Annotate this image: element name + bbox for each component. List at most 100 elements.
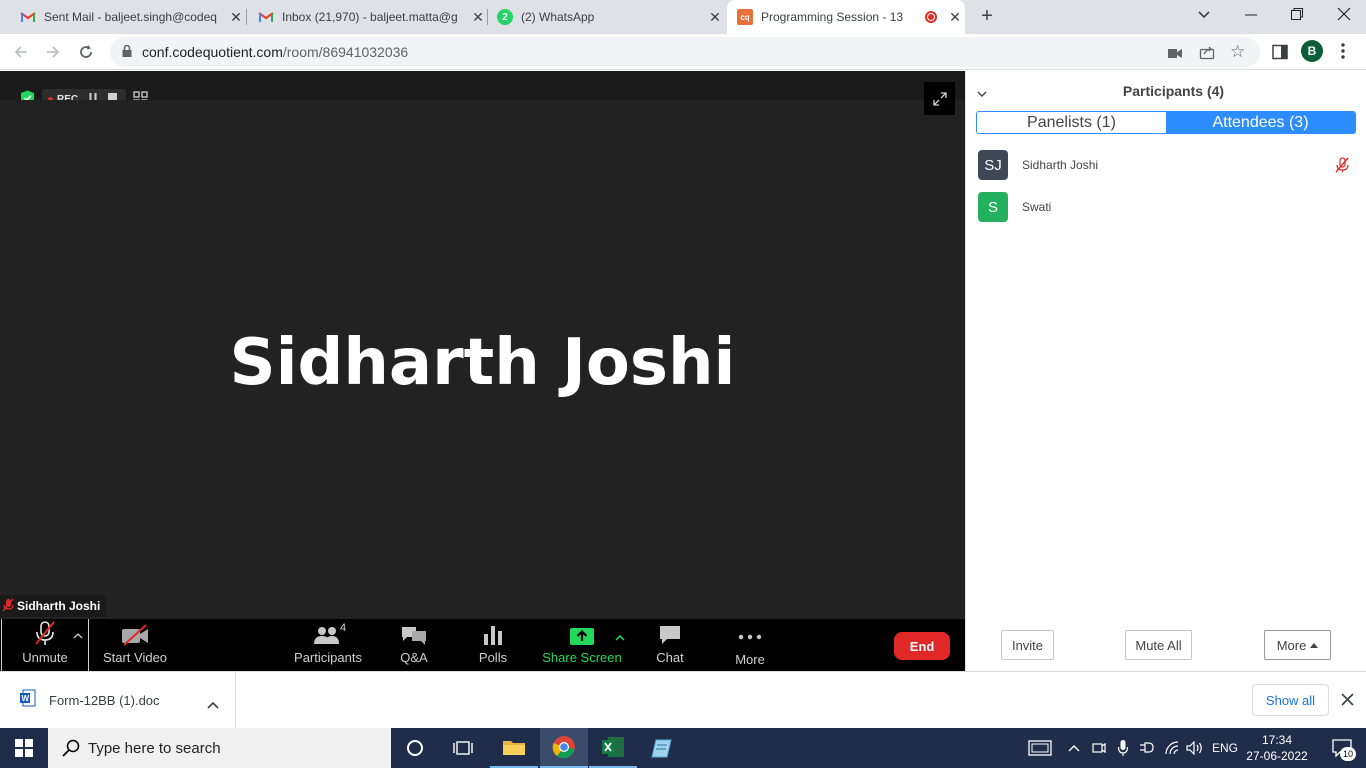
video-off-icon	[122, 624, 148, 646]
share-screen-icon	[570, 628, 594, 645]
taskbar-search-box[interactable]: Type here to search	[48, 728, 391, 768]
close-download-bar-icon[interactable]	[1341, 693, 1354, 711]
tab-title: Sent Mail - baljeet.singh@codeq	[44, 10, 217, 24]
qa-button[interactable]: Q&A	[388, 619, 440, 671]
tab-panelists[interactable]: Panelists (1)	[977, 112, 1166, 133]
start-video-label: Start Video	[102, 650, 168, 665]
share-icon[interactable]	[1199, 44, 1215, 63]
power-tray-icon[interactable]	[1134, 728, 1160, 768]
close-tab-icon[interactable]: ✕	[705, 9, 725, 26]
download-filename: Form-12BB (1).doc	[49, 692, 160, 708]
mute-all-label: Mute All	[1135, 637, 1182, 653]
tab-inbox[interactable]: Inbox (21,970) - baljeet.matta@g ✕	[238, 0, 488, 34]
back-icon[interactable]	[8, 39, 34, 65]
polls-icon	[484, 626, 502, 645]
chat-icon	[660, 626, 680, 644]
clock[interactable]: 17:34 27-06-2022	[1244, 732, 1310, 764]
download-item[interactable]: W Form-12BB (1).doc	[0, 672, 236, 728]
forward-icon[interactable]	[40, 39, 66, 65]
notepad-icon[interactable]	[638, 728, 686, 768]
minimize-icon[interactable]	[1244, 7, 1258, 21]
more-button[interactable]: More	[725, 619, 775, 671]
browser-menu-icon[interactable]	[1340, 42, 1346, 60]
chevron-up-icon[interactable]	[207, 696, 219, 714]
cortana-icon[interactable]	[391, 728, 439, 768]
participants-count: 4	[340, 622, 347, 634]
restore-icon[interactable]	[1290, 7, 1304, 21]
muted-mic-icon[interactable]	[1335, 157, 1349, 178]
tab-programming-session[interactable]: cq Programming Session - 13 ✕	[727, 0, 965, 34]
attendee-name: Sidharth Joshi	[1022, 158, 1099, 172]
end-meeting-button[interactable]: End	[894, 632, 950, 660]
notification-count-badge: 10	[1340, 747, 1356, 761]
notification-center-icon[interactable]: 10	[1318, 728, 1366, 768]
participants-panel: Participants (4) Panelists (1) Attendees…	[965, 71, 1366, 671]
attendee-name: Swati	[1022, 200, 1052, 214]
polls-button[interactable]: Polls	[468, 619, 518, 671]
lock-icon[interactable]	[122, 44, 132, 60]
side-panel-icon[interactable]	[1272, 44, 1288, 65]
volume-icon[interactable]	[1182, 728, 1208, 768]
meet-now-icon[interactable]	[1086, 728, 1112, 768]
close-window-icon[interactable]	[1336, 6, 1352, 22]
fullscreen-button[interactable]	[924, 82, 955, 115]
attendee-row[interactable]: SJ Sidharth Joshi	[978, 150, 1358, 180]
mute-all-button[interactable]: Mute All	[1125, 630, 1192, 660]
close-tab-icon[interactable]: ✕	[945, 9, 965, 26]
download-bar: W Form-12BB (1).doc Show all	[0, 671, 1366, 728]
profile-avatar[interactable]: B	[1301, 40, 1323, 62]
participants-button[interactable]: Participants	[288, 619, 368, 671]
name-tag-label: Sidharth Joshi	[17, 599, 101, 613]
participant-name-tag: Sidharth Joshi	[0, 595, 107, 617]
bookmark-star-icon[interactable]: ☆	[1230, 42, 1245, 62]
audio-options-chevron-icon[interactable]	[73, 626, 83, 644]
invite-button[interactable]: Invite	[1001, 630, 1054, 660]
muted-microphone-icon	[35, 621, 55, 645]
tab-attendees[interactable]: Attendees (3)	[1166, 112, 1355, 133]
tab-title: (2) WhatsApp	[521, 10, 595, 24]
reload-icon[interactable]	[73, 39, 99, 65]
panel-more-button[interactable]: More	[1264, 630, 1331, 660]
favicon-text: cq	[740, 12, 750, 22]
share-options-chevron-icon[interactable]	[615, 628, 625, 646]
unmute-label: Unmute	[22, 650, 68, 665]
microphone-tray-icon[interactable]	[1110, 728, 1136, 768]
avatar: S	[978, 192, 1008, 222]
tab-whatsapp[interactable]: 2 (2) WhatsApp ✕	[477, 0, 725, 34]
show-all-button[interactable]: Show all	[1252, 684, 1329, 716]
profile-initial: B	[1307, 44, 1317, 58]
chat-button[interactable]: Chat	[645, 619, 695, 671]
start-video-button[interactable]: Start Video	[96, 619, 174, 671]
language-indicator[interactable]: ENG	[1212, 741, 1238, 755]
meeting-controls-bar: Unmute Start Video Participants 4 Q&A Po…	[0, 619, 965, 671]
speaker-name-display: Sidharth Joshi	[229, 326, 736, 400]
participants-label: Participants	[294, 650, 362, 665]
share-screen-button[interactable]: Share Screen	[540, 619, 624, 671]
qa-icon	[402, 627, 426, 645]
svg-text:W: W	[22, 694, 30, 703]
new-tab-button[interactable]: +	[976, 5, 998, 27]
camera-in-use-icon[interactable]	[1168, 46, 1182, 62]
start-button[interactable]	[0, 728, 48, 768]
search-icon	[62, 739, 80, 757]
share-screen-label: Share Screen	[542, 650, 622, 665]
address-bar[interactable]: conf.codequotient.com/room/86941032036 ☆	[110, 37, 1260, 67]
url-domain: conf.codequotient.com	[142, 44, 283, 60]
windows-taskbar: Type here to search ENG 17:34 27-06-2022	[0, 728, 1366, 768]
word-doc-icon: W	[20, 689, 36, 712]
chrome-icon[interactable]	[540, 728, 588, 768]
muted-mic-icon	[2, 598, 14, 615]
tab-attendees-label: Attendees (3)	[1212, 113, 1309, 131]
caret-up-icon	[1310, 642, 1319, 648]
tab-sent-mail[interactable]: Sent Mail - baljeet.singh@codeq ✕	[0, 0, 246, 34]
gmail-icon	[20, 9, 36, 25]
file-explorer-icon[interactable]	[490, 728, 538, 768]
tab-search-icon[interactable]	[1196, 6, 1216, 26]
excel-icon[interactable]	[589, 728, 637, 768]
invite-label: Invite	[1011, 637, 1044, 653]
attendee-row[interactable]: S Swati	[978, 192, 1358, 222]
recording-indicator-icon	[925, 11, 937, 23]
panel-more-label: More	[1276, 637, 1307, 653]
task-view-icon[interactable]	[439, 728, 487, 768]
clock-time: 17:34	[1261, 733, 1293, 747]
